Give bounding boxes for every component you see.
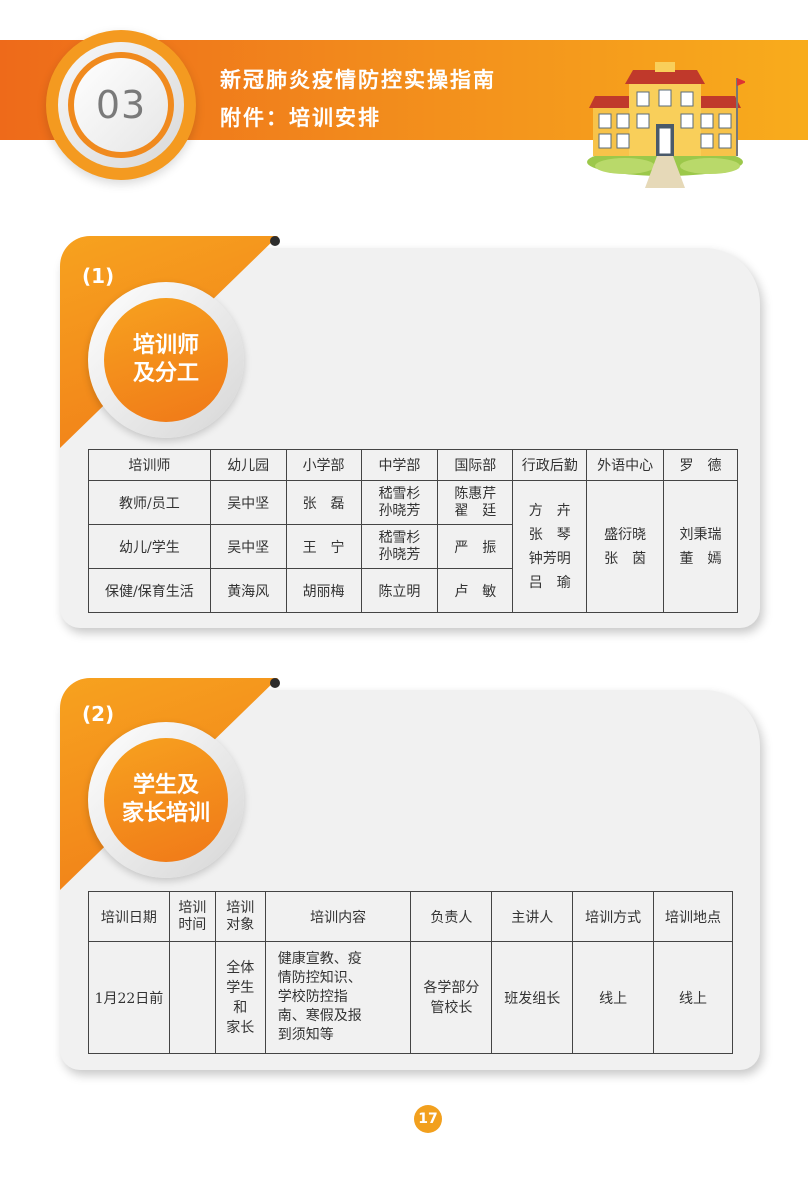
cell-line: 嵇雪杉: [378, 529, 421, 546]
table-cell: 严 振: [437, 524, 514, 569]
cell-line: 孙晓芳: [378, 502, 421, 519]
section-number: (1): [82, 264, 115, 288]
table-header-row: 培训师 幼儿园 小学部 中学部 国际部 行政后勤 外语中心 罗 德: [88, 449, 738, 481]
table-cell: 吴中坚: [209, 524, 287, 569]
header-line: 培训: [226, 899, 255, 916]
badge-title-line2: 及分工: [132, 361, 199, 386]
column-header: 培训 时间: [168, 891, 216, 942]
table-header-row: 培训日期 培训 时间 培训 对象 培训内容 负责人 主讲人 培训方式 培训地点: [88, 891, 733, 942]
language-center-cell: 盛衍晓 张 茵: [586, 480, 665, 613]
section-badge: 培训师 及分工: [88, 282, 244, 438]
column-header: 培训内容: [264, 891, 412, 942]
cell-line: 全体: [226, 959, 255, 976]
section-badge-face: 培训师 及分工: [104, 298, 228, 422]
header-line: 时间: [178, 916, 207, 933]
header-title: 新冠肺炎疫情防控实操指南: [220, 68, 496, 92]
chapter-number: 03: [95, 83, 147, 127]
table-cell: 嵇雪杉 孙晓芳: [360, 524, 439, 569]
admin-cell: 方 卉 张 琴 钟芳明 吕 瑜: [512, 480, 588, 613]
table-cell: 陈惠芹 翟 廷: [437, 480, 514, 525]
table-cell: 健康宣教、疫 情防控知识、 学校防控指 南、寒假及报 到须知等: [264, 941, 412, 1054]
cell-line: 南、寒假及报: [277, 1008, 362, 1024]
table-cell: [168, 941, 216, 1054]
row-label: 幼儿/学生: [88, 524, 211, 569]
luode-cell: 刘秉瑞 董 嫣: [663, 480, 738, 613]
table-row: 教师/员工 吴中坚 张 磊 嵇雪杉 孙晓芳 陈惠芹 翟 廷 方 卉 张 琴 钟芳…: [88, 480, 738, 613]
row-label: 教师/员工: [88, 480, 211, 525]
table-cell: 线上: [572, 941, 655, 1054]
cell-line: 钟芳明: [528, 550, 571, 567]
table-cell: 1月22日前: [88, 941, 170, 1054]
cell-line: 盛衍晓: [604, 526, 647, 543]
column-header: 外语中心: [586, 449, 665, 481]
column-header: 幼儿园: [209, 449, 287, 481]
cell-line: 嵇雪杉: [378, 485, 421, 502]
cell-line: 方 卉: [528, 502, 571, 519]
cell-line: 张 琴: [528, 526, 571, 543]
badge-title-line1: 学生及: [132, 773, 199, 798]
cell-line: 张 茵: [604, 550, 647, 567]
table-cell: 各学部分 管校长: [410, 941, 493, 1054]
column-header: 国际部: [437, 449, 514, 481]
cell-line: 刘秉瑞: [679, 526, 722, 543]
cell-line: 吕 瑜: [528, 574, 571, 591]
column-header: 负责人: [410, 891, 493, 942]
cell-line: 到须知等: [277, 1027, 334, 1043]
section-badge: 学生及 家长培训: [88, 722, 244, 878]
cell-line: 各学部分: [423, 979, 480, 996]
header-subtitle: 附件：培训安排: [220, 106, 381, 130]
parent-training-table: 培训日期 培训 时间 培训 对象 培训内容 负责人 主讲人 培训方式 培训地点 …: [88, 891, 733, 1054]
cell-line: 健康宣教、疫: [277, 951, 362, 967]
cell-line: 董 嫣: [679, 550, 722, 567]
cell-line: 陈惠芹: [454, 485, 497, 502]
cell-line: 翟 廷: [454, 502, 497, 519]
column-header: 培训师: [88, 449, 211, 481]
chapter-badge-face: 03: [74, 58, 168, 152]
table-cell: 黄海风: [209, 568, 287, 613]
cell-line: 孙晓芳: [378, 546, 421, 563]
column-header: 主讲人: [491, 891, 574, 942]
cell-line: 家长: [226, 1019, 255, 1036]
header-line: 培训: [178, 899, 207, 916]
school-building-icon: [587, 62, 745, 188]
table-cell: 王 宁: [285, 524, 362, 569]
section-number: (2): [82, 702, 115, 726]
page-number: 17: [414, 1105, 442, 1133]
table-cell: 张 磊: [285, 480, 362, 525]
column-header: 培训 对象: [214, 891, 266, 942]
flag-notch: [270, 236, 280, 246]
table-cell: 班发组长: [491, 941, 574, 1054]
table-cell: 全体 学生 和 家长: [214, 941, 266, 1054]
column-header: 培训日期: [88, 891, 170, 942]
header-line: 对象: [226, 916, 255, 933]
column-header: 罗 德: [663, 449, 738, 481]
cell-line: 管校长: [430, 999, 473, 1016]
cell-line: 学校防控指: [277, 989, 348, 1005]
table-cell: 吴中坚: [209, 480, 287, 525]
column-header: 培训地点: [653, 891, 733, 942]
section-badge-face: 学生及 家长培训: [104, 738, 228, 862]
cell-line: 学生: [226, 979, 255, 996]
column-header: 行政后勤: [512, 449, 588, 481]
badge-title-line1: 培训师: [132, 333, 199, 358]
column-header: 培训方式: [572, 891, 655, 942]
cell-line: 和: [233, 999, 248, 1016]
table-cell: 卢 敏: [437, 568, 514, 613]
badge-title-line2: 家长培训: [121, 801, 210, 826]
column-header: 小学部: [285, 449, 362, 481]
table-row: 1月22日前 全体 学生 和 家长 健康宣教、疫 情防控知识、 学校防控指 南、…: [88, 941, 733, 1054]
trainer-table: 培训师 幼儿园 小学部 中学部 国际部 行政后勤 外语中心 罗 德 教师/员工 …: [88, 449, 738, 613]
row-label: 保健/保育生活: [88, 568, 211, 613]
table-cell: 胡丽梅: [285, 568, 362, 613]
table-cell: 线上: [653, 941, 733, 1054]
cell-line: 情防控知识、: [277, 970, 362, 986]
column-header: 中学部: [360, 449, 439, 481]
table-cell: 嵇雪杉 孙晓芳: [360, 480, 439, 525]
flag-notch: [270, 678, 280, 688]
table-cell: 陈立明: [360, 568, 439, 613]
